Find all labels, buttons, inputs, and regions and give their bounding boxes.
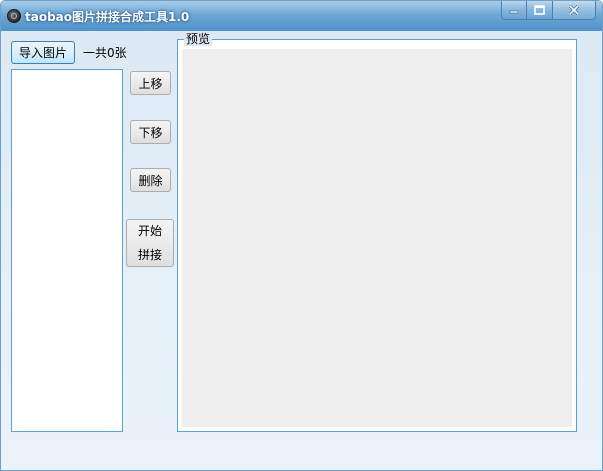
import-images-button[interactable]: 导入图片 [11,41,75,64]
move-up-button[interactable]: 上移 [130,71,171,95]
minimize-button[interactable] [501,1,527,20]
window-controls [501,1,596,20]
image-count-label: 一共0张 [83,46,127,60]
window-title: taobao图片拼接合成工具1.0 [25,10,190,24]
move-down-button[interactable]: 下移 [130,120,171,144]
main-content: 导入图片 一共0张 上移 下移 删除 开始 拼接 预览 [1,31,602,470]
start-stitch-label-line2: 拼接 [137,248,162,262]
maximize-icon [534,5,545,15]
minimize-icon [509,10,519,14]
app-logo-icon [7,9,21,23]
preview-canvas [182,49,572,427]
start-stitch-button[interactable]: 开始 拼接 [126,219,174,267]
delete-button[interactable]: 删除 [130,168,171,192]
close-button[interactable] [553,1,596,20]
start-stitch-label-line1: 开始 [137,224,162,238]
preview-title: 预览 [184,32,213,46]
app-window: taobao图片拼接合成工具1.0 导入图片 一共0张 上移 下移 删除 开始 … [0,0,603,471]
maximize-button[interactable] [527,1,553,20]
image-file-list[interactable] [11,69,123,432]
preview-groupbox: 预览 [177,32,577,432]
close-icon [569,5,579,15]
title-bar[interactable]: taobao图片拼接合成工具1.0 [1,1,602,31]
